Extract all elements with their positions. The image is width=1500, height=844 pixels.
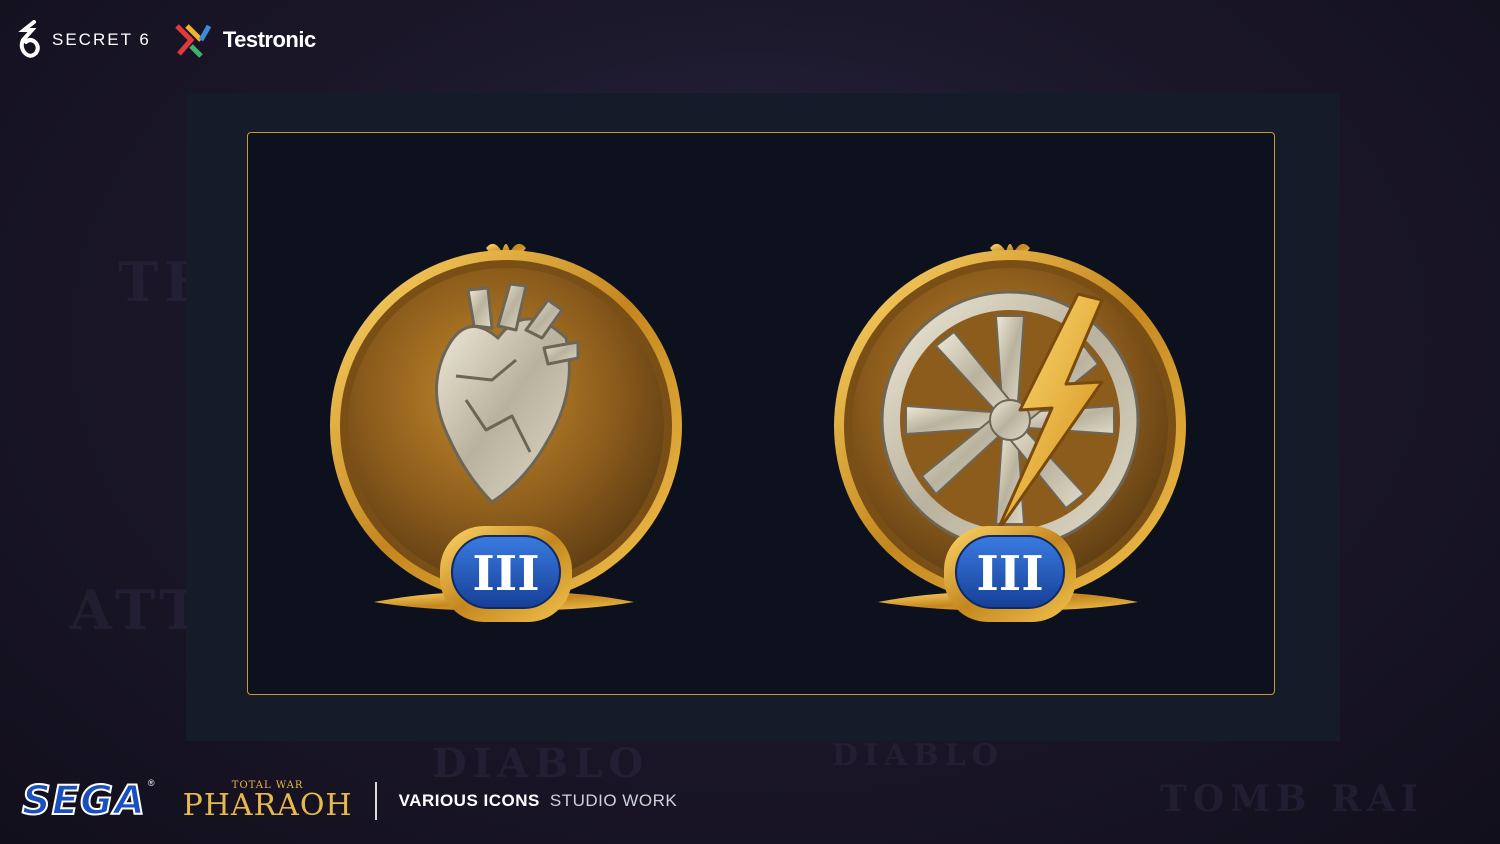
- secret6-logo: SECRET 6: [18, 20, 151, 60]
- testronic-logo: Testronic: [173, 20, 316, 60]
- bg-title-4: DIABLO: [832, 738, 1004, 773]
- wheel-medal-art: III: [834, 243, 1186, 622]
- testronic-x-icon: [175, 24, 211, 58]
- brand-bar: SECRET 6 Testronic: [18, 18, 316, 62]
- sega-logo: SEGA: [21, 777, 146, 825]
- bg-title-5: TOMB RAI: [1160, 778, 1424, 820]
- svg-text:III: III: [472, 546, 539, 602]
- heart-medal: III: [316, 230, 696, 630]
- secret6-label: SECRET 6: [52, 30, 151, 49]
- secret6-mark-icon: [18, 20, 40, 58]
- footer-divider: [374, 782, 377, 820]
- wheel-lightning-medal: III: [820, 230, 1200, 630]
- footer: SEGA ® TOTAL WAR PHARAOH VARIOUS ICONS S…: [21, 776, 678, 826]
- heart-medal-art: III: [330, 243, 682, 622]
- tier-badge: III: [944, 526, 1076, 622]
- registered-mark: ®: [147, 778, 155, 788]
- svg-text:III: III: [976, 546, 1043, 602]
- testronic-label: Testronic: [222, 27, 316, 52]
- project-title: VARIOUS ICONS: [398, 791, 540, 810]
- pharaoh-logo: TOTAL WAR PHARAOH: [183, 781, 353, 821]
- project-subtitle: STUDIO WORK: [549, 791, 678, 810]
- tier-badge: III: [440, 526, 572, 622]
- game-title: PHARAOH: [182, 788, 353, 823]
